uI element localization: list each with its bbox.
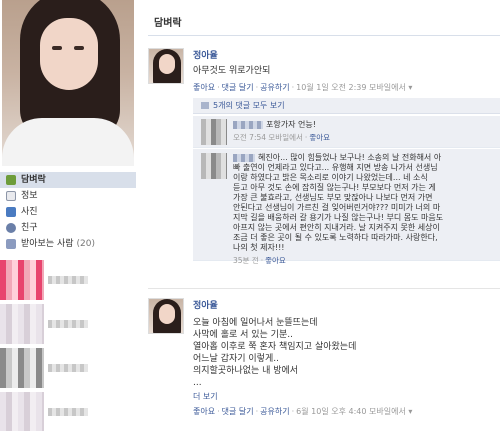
comment: 포항가자 언능! 오전 7:54 모바일에서 · 좋아요	[193, 116, 500, 148]
source-icon: ▾	[408, 83, 413, 92]
nav-item-label: 친구	[21, 223, 38, 233]
nav-item-info[interactable]: 정보	[0, 188, 136, 204]
share-link[interactable]: 공유하기	[260, 407, 289, 416]
comment-timestamp[interactable]: 오전 7:54 모바일에서	[233, 133, 303, 142]
post-actions: 좋아요 · 댓글 달기 · 공유하기 · 6월 10일 오후 4:40 모바일에서 ▾	[193, 407, 413, 416]
commenter-name-blurred[interactable]	[233, 120, 263, 129]
friend-thumbnail[interactable]	[0, 392, 44, 431]
left-column: 담벼락 정보 사진 친구 받아보는 사람 (20)	[0, 0, 136, 431]
comment-text: 포항가자 언능!	[266, 120, 316, 129]
comment-like-link[interactable]: 좋아요	[309, 133, 330, 142]
post-author[interactable]: 정아율	[193, 298, 500, 311]
friend-name-blurred	[48, 364, 88, 372]
friend-name-blurred	[48, 408, 88, 416]
share-link[interactable]: 공유하기	[260, 83, 289, 92]
nav-item-wall[interactable]: 담벼락	[0, 172, 136, 188]
commenter-avatar[interactable]	[201, 119, 227, 145]
friend-thumbnail[interactable]	[0, 260, 44, 300]
main-column: 담벼락 정아율 아무것도 위로가안되 좋아요 · 댓글 달기 · 공유하기 · 10월 1일…	[140, 0, 500, 431]
nav-item-friends[interactable]: 친구	[0, 220, 136, 236]
friend-name-blurred	[48, 276, 88, 284]
wall-icon	[6, 175, 16, 185]
nav-item-subscribers[interactable]: 받아보는 사람 (20)	[0, 236, 136, 252]
comment-timestamp[interactable]: 35분 전	[233, 256, 259, 265]
wall-header: 담벼락	[148, 0, 500, 36]
subscriber-count: (20)	[76, 239, 96, 249]
post-timestamp[interactable]: 10월 1일 오전 2:39	[296, 83, 366, 92]
post-divider	[148, 288, 500, 289]
comment-link[interactable]: 댓글 달기	[222, 407, 254, 416]
page-title: 담벼락	[154, 18, 182, 29]
commenter-avatar[interactable]	[201, 153, 227, 179]
like-link[interactable]: 좋아요	[193, 407, 215, 416]
subscribers-icon	[6, 239, 16, 249]
comment-link[interactable]: 댓글 달기	[222, 83, 254, 92]
post-timestamp[interactable]: 6월 10일 오후 4:40	[296, 407, 366, 416]
wall-post: 정아율 아무것도 위로가안되 좋아요 · 댓글 달기 · 공유하기 · 10월 1일 오전 …	[148, 48, 500, 265]
post-source: 모바일에서	[369, 83, 406, 92]
nav-item-photos[interactable]: 사진	[0, 204, 136, 220]
post-message: 아무것도 위로가안되	[193, 66, 271, 76]
comment-text: 혜진아... 많이 힘들었나 보구나! 소송의 날 전화해서 아 빠 출연이 언…	[233, 153, 444, 265]
profile-photo[interactable]	[2, 0, 134, 166]
post-author[interactable]: 정아율	[193, 48, 500, 61]
author-avatar[interactable]	[148, 298, 184, 334]
wall-post: 정아율 오늘 아침에 일어나서 눈뜰뜨는데 사막에 홀로 서 있는 기분.. 열…	[148, 298, 500, 431]
post-source: 모바일에서	[369, 407, 406, 416]
view-all-comments[interactable]: 5개의 댓글 모두 보기	[193, 98, 500, 114]
profile-nav: 담벼락 정보 사진 친구 받아보는 사람 (20)	[0, 172, 136, 252]
commenter-name-blurred[interactable]	[233, 153, 255, 162]
author-avatar[interactable]	[148, 48, 184, 84]
friend-thumbnail[interactable]	[0, 304, 44, 344]
see-more-link[interactable]: 더 보기	[193, 391, 500, 402]
source-icon: ▾	[408, 407, 413, 416]
like-link[interactable]: 좋아요	[193, 83, 215, 92]
view-all-comments-label: 5개의 댓글 모두 보기	[213, 101, 285, 110]
comment-bubble-icon	[201, 102, 209, 109]
photo-icon	[6, 207, 16, 217]
nav-item-label: 정보	[21, 191, 38, 201]
post-message: 오늘 아침에 일어나서 눈뜰뜨는데 사막에 홀로 서 있는 기분.. 열아홉 이…	[193, 318, 357, 388]
comment: 혜진아... 많이 힘들었나 보구나! 소송의 날 전화해서 아 빠 출연이 언…	[193, 149, 500, 265]
post-actions: 좋아요 · 댓글 달기 · 공유하기 · 10월 1일 오전 2:39 모바일에서 ▾	[193, 83, 413, 92]
friend-thumbnail[interactable]	[0, 348, 44, 388]
comment-like-link[interactable]: 좋아요	[265, 256, 286, 265]
info-icon	[6, 191, 16, 201]
friends-icon	[6, 223, 16, 233]
friend-name-blurred	[48, 320, 88, 328]
nav-item-label: 담벼락	[21, 175, 46, 185]
nav-item-label: 사진	[21, 207, 38, 217]
nav-item-label: 받아보는 사람	[21, 239, 74, 249]
